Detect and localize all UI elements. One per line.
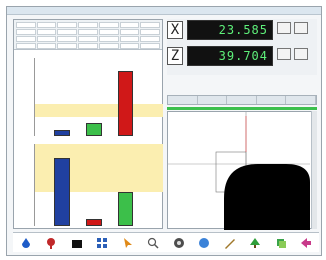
chart-bar (54, 129, 70, 136)
arrow-icon[interactable] (299, 236, 313, 250)
view-tab[interactable] (198, 96, 228, 104)
pin-icon[interactable] (44, 236, 58, 250)
info-icon[interactable] (197, 236, 211, 250)
chart-panel (13, 19, 163, 229)
x-axis-label: X (167, 21, 183, 39)
chart-bar (117, 191, 134, 226)
grid-cell (140, 29, 161, 35)
title-bar (7, 7, 321, 15)
chart-bar (85, 219, 102, 226)
view-tabs (167, 95, 317, 105)
grid-cell (78, 43, 98, 49)
tool-icon[interactable] (223, 236, 237, 250)
measure-icon[interactable] (172, 236, 186, 250)
dro-panel: X 23.585 Z 39.704 (167, 19, 317, 75)
view-tab[interactable] (286, 96, 316, 104)
tree-icon[interactable] (248, 236, 262, 250)
grid-row (16, 22, 161, 28)
bottom-toolbar (13, 232, 319, 252)
grid-row (16, 29, 161, 35)
grid-cell (36, 22, 57, 28)
status-area (167, 77, 317, 89)
grid-cell (36, 29, 57, 35)
grid-cell (16, 22, 36, 28)
grid-cell (78, 29, 98, 35)
grid-cell (57, 29, 78, 35)
lower-bar-chart (34, 144, 163, 226)
grid-row (16, 43, 161, 49)
water-drop-icon[interactable] (19, 236, 33, 250)
vertical-scrollbar[interactable] (311, 111, 317, 229)
grid-cell (119, 43, 140, 49)
grid-cell (140, 22, 161, 28)
view-tab[interactable] (168, 96, 198, 104)
grid-row (16, 36, 161, 42)
grid-cell (36, 36, 57, 42)
preset-z-button[interactable] (294, 48, 308, 60)
layers-icon[interactable] (274, 236, 288, 250)
grid-cell (16, 29, 36, 35)
chart-bar (54, 157, 70, 226)
grid-cell (16, 36, 36, 42)
part-profile (224, 164, 310, 230)
status-indicator-bar (167, 107, 317, 110)
grid-cell (140, 43, 161, 49)
grid-cell (16, 43, 36, 49)
grid-cell (98, 29, 119, 35)
preset-x-button[interactable] (294, 22, 308, 34)
grid-cell (119, 36, 140, 42)
profile-view[interactable] (167, 111, 317, 230)
zero-x-button[interactable] (277, 22, 291, 34)
profile-canvas (168, 112, 310, 230)
grid-cell (57, 22, 78, 28)
grid-cell (140, 36, 161, 42)
grid-cell (98, 43, 119, 49)
grid-cell (98, 22, 119, 28)
upper-bar-chart (34, 58, 163, 136)
folder-icon[interactable] (70, 236, 84, 250)
grid-cell (57, 43, 78, 49)
chart-bar (85, 123, 102, 136)
data-grid (14, 20, 162, 50)
z-readout: 39.704 (187, 46, 273, 66)
z-axis-label: Z (167, 47, 183, 65)
grid-cell (36, 43, 57, 49)
chart-bar (117, 71, 134, 136)
tolerance-band (35, 103, 163, 117)
view-tab[interactable] (257, 96, 287, 104)
view-tab[interactable] (227, 96, 257, 104)
zero-z-button[interactable] (277, 48, 291, 60)
grid-cell (57, 36, 78, 42)
pointer-icon[interactable] (121, 236, 135, 250)
grid-cell (78, 22, 98, 28)
app-window: X 23.585 Z 39.704 (6, 6, 322, 256)
grid-icon[interactable] (95, 236, 109, 250)
grid-cell (119, 22, 140, 28)
x-readout: 23.585 (187, 20, 273, 40)
grid-cell (98, 36, 119, 42)
grid-cell (78, 36, 98, 42)
grid-cell (119, 29, 140, 35)
zoom-icon[interactable] (146, 236, 160, 250)
